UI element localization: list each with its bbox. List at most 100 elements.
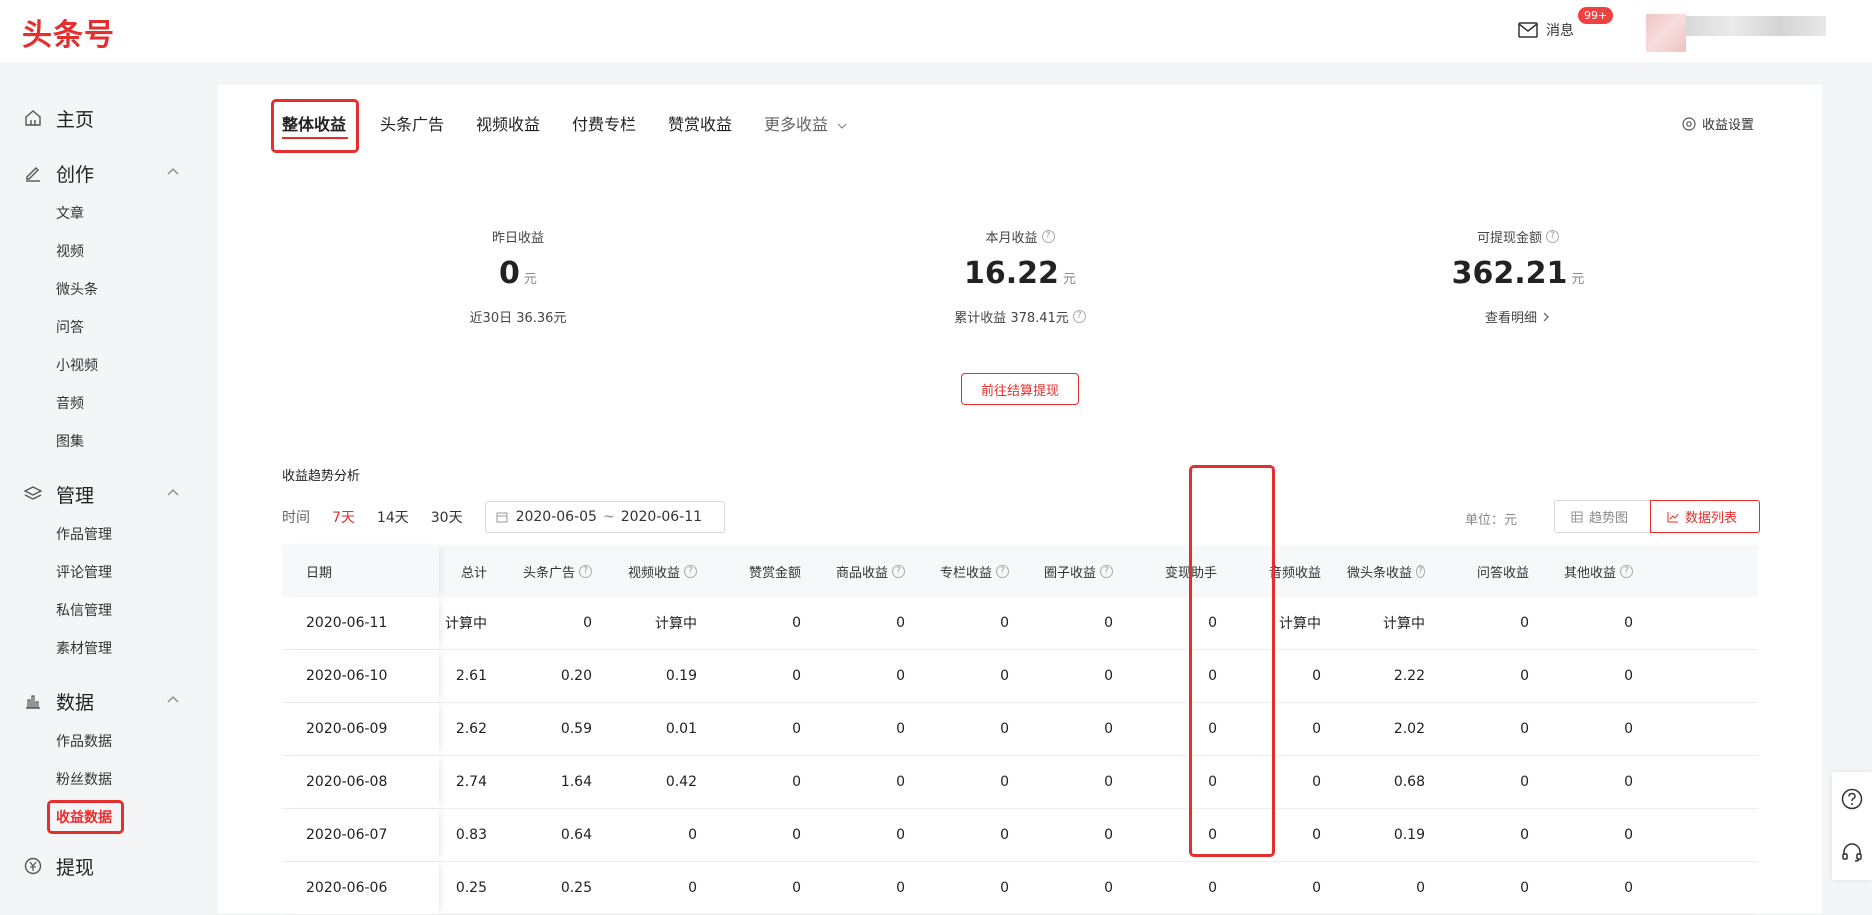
- chevron-down-icon: [837, 123, 847, 129]
- value-cell: 0: [1000, 774, 1009, 790]
- value-cell: 0: [1208, 668, 1217, 684]
- chevron-right-icon: [1543, 312, 1549, 321]
- value-cell: 0: [1520, 721, 1529, 737]
- value-cell: 计算中: [1279, 616, 1321, 632]
- value-cell: 0: [1624, 827, 1633, 843]
- sidebar-item-video[interactable]: 视频: [56, 242, 84, 262]
- range-14-days[interactable]: 14天: [377, 507, 409, 527]
- date-range-picker[interactable]: 2020-06-05 ~ 2020-06-11: [484, 501, 725, 533]
- date-cell: 2020-06-06: [282, 862, 439, 914]
- top-bar: 头条号 消息 99+: [0, 0, 1872, 62]
- value-cell: 0.59: [560, 721, 592, 737]
- help-icon[interactable]: ?: [1416, 564, 1425, 578]
- help-icon[interactable]: ?: [1620, 564, 1633, 578]
- tab-paid-column[interactable]: 付费专栏: [572, 111, 636, 135]
- value-cell: 0: [688, 827, 697, 843]
- brand-logo[interactable]: 头条号: [22, 10, 115, 54]
- help-icon[interactable]: ?: [1546, 230, 1559, 243]
- sidebar-item-content-data[interactable]: 作品数据: [56, 732, 112, 752]
- column-header-label: 专栏收益: [939, 565, 992, 581]
- stat-value: 0 元: [368, 256, 668, 291]
- value-cell: 0: [1104, 668, 1113, 684]
- stat-yesterday: 昨日收益 0 元 近30日 36.36元: [368, 227, 668, 326]
- stat-value-number: 362.21: [1451, 256, 1568, 291]
- tab-tip-revenue[interactable]: 赞赏收益: [668, 111, 732, 135]
- column-header: 变现助手: [1139, 545, 1243, 597]
- sidebar-item-micro-post[interactable]: 微头条: [56, 280, 98, 300]
- sidebar-item-material-manage[interactable]: 素材管理: [56, 639, 112, 659]
- help-icon[interactable]: ?: [996, 564, 1009, 578]
- revenue-settings-button[interactable]: 收益设置: [1682, 114, 1754, 133]
- value-cell: 2.02: [1393, 721, 1425, 737]
- user-avatar[interactable]: [1646, 14, 1826, 52]
- stat-foot-text: 累计收益 378.41元: [954, 311, 1069, 326]
- sidebar-item-dm-manage[interactable]: 私信管理: [56, 601, 112, 621]
- highlight-box-tab: [271, 99, 359, 153]
- help-icon[interactable]: ?: [892, 564, 905, 578]
- sidebar-item-short-video[interactable]: 小视频: [56, 356, 98, 376]
- value-cell: 0.42: [665, 774, 697, 790]
- help-icon[interactable]: ?: [1100, 564, 1113, 578]
- date-cell: 2020-06-10: [282, 650, 439, 702]
- data-list-view-button[interactable]: 数据列表: [1650, 500, 1760, 533]
- column-header-label: 微头条收益: [1347, 565, 1413, 581]
- sidebar-item-label: 提现: [56, 856, 95, 879]
- sidebar-item-fans-data[interactable]: 粉丝数据: [56, 770, 112, 790]
- value-cell: 2.61: [455, 668, 487, 684]
- table-row: 2020-06-06 0.25 0.25 0 0 0 0 0 0 0 0 0 0: [282, 862, 1758, 915]
- sidebar-item-home[interactable]: 主页: [24, 106, 94, 131]
- help-icon[interactable]: ?: [1041, 230, 1055, 243]
- help-icon[interactable]: ?: [684, 564, 697, 578]
- column-header: 赞赏金额: [723, 545, 827, 597]
- stat-foot: 近30日 36.36元: [368, 307, 668, 326]
- value-cell: 0: [1520, 774, 1529, 790]
- value-cell: 0.25: [455, 880, 487, 896]
- range-30-days[interactable]: 30天: [431, 507, 463, 527]
- stat-unit: 元: [1571, 272, 1585, 287]
- tab-video-revenue[interactable]: 视频收益: [476, 111, 540, 135]
- sidebar-item-qa[interactable]: 问答: [56, 318, 84, 338]
- value-cell: 0: [1624, 880, 1633, 896]
- stat-value-number: 16.22: [964, 256, 1059, 291]
- home-icon: [25, 110, 41, 126]
- value-cell: 0: [896, 774, 905, 790]
- value-cell: 0: [1312, 668, 1321, 684]
- sidebar-item-gallery[interactable]: 图集: [56, 432, 84, 452]
- sidebar-item-article[interactable]: 文章: [56, 204, 84, 224]
- view-details-link[interactable]: 查看明细: [1368, 307, 1668, 326]
- floating-help-panel: [1832, 772, 1872, 880]
- sidebar-item-content-manage[interactable]: 作品管理: [56, 525, 112, 545]
- tab-toutiao-ads[interactable]: 头条广告: [380, 111, 444, 135]
- sidebar-item-audio[interactable]: 音频: [56, 394, 84, 414]
- value-cell: 0: [1208, 880, 1217, 896]
- value-cell: 0: [1624, 668, 1633, 684]
- trend-chart-view-button[interactable]: 趋势图: [1554, 500, 1650, 533]
- help-circle-icon[interactable]: [1841, 788, 1863, 810]
- sidebar-item-withdraw[interactable]: 提现: [24, 854, 95, 879]
- column-header: 日期: [282, 545, 439, 597]
- line-chart-icon: [1667, 511, 1679, 522]
- bar-chart-icon: [26, 695, 40, 709]
- messages-button[interactable]: 消息: [1518, 18, 1574, 42]
- value-cell: 0.01: [665, 721, 697, 737]
- sidebar-section-manage[interactable]: 管理: [24, 482, 194, 507]
- range-7-days[interactable]: 7天: [332, 507, 355, 527]
- value-cell: 0: [1208, 615, 1217, 631]
- go-withdraw-button[interactable]: 前往结算提现: [961, 373, 1079, 405]
- value-cell: 2.62: [455, 721, 487, 737]
- value-cell: 0: [1000, 827, 1009, 843]
- column-header-label: 问答收益: [1476, 565, 1529, 581]
- headset-icon[interactable]: [1841, 842, 1863, 864]
- sidebar-item-comment-manage[interactable]: 评论管理: [56, 563, 112, 583]
- sidebar-section-create[interactable]: 创作: [24, 161, 194, 186]
- value-cell: 0: [896, 615, 905, 631]
- help-icon[interactable]: ?: [579, 564, 592, 578]
- value-cell: 0: [1520, 827, 1529, 843]
- column-header-label: 其他收益: [1563, 565, 1616, 581]
- tab-more-revenue[interactable]: 更多收益: [764, 111, 847, 135]
- sidebar-section-data[interactable]: 数据: [24, 689, 194, 714]
- date-cell: 2020-06-07: [282, 809, 439, 861]
- column-header: 音频收益: [1243, 545, 1347, 597]
- value-cell: 0: [1104, 880, 1113, 896]
- help-icon[interactable]: ?: [1072, 310, 1086, 323]
